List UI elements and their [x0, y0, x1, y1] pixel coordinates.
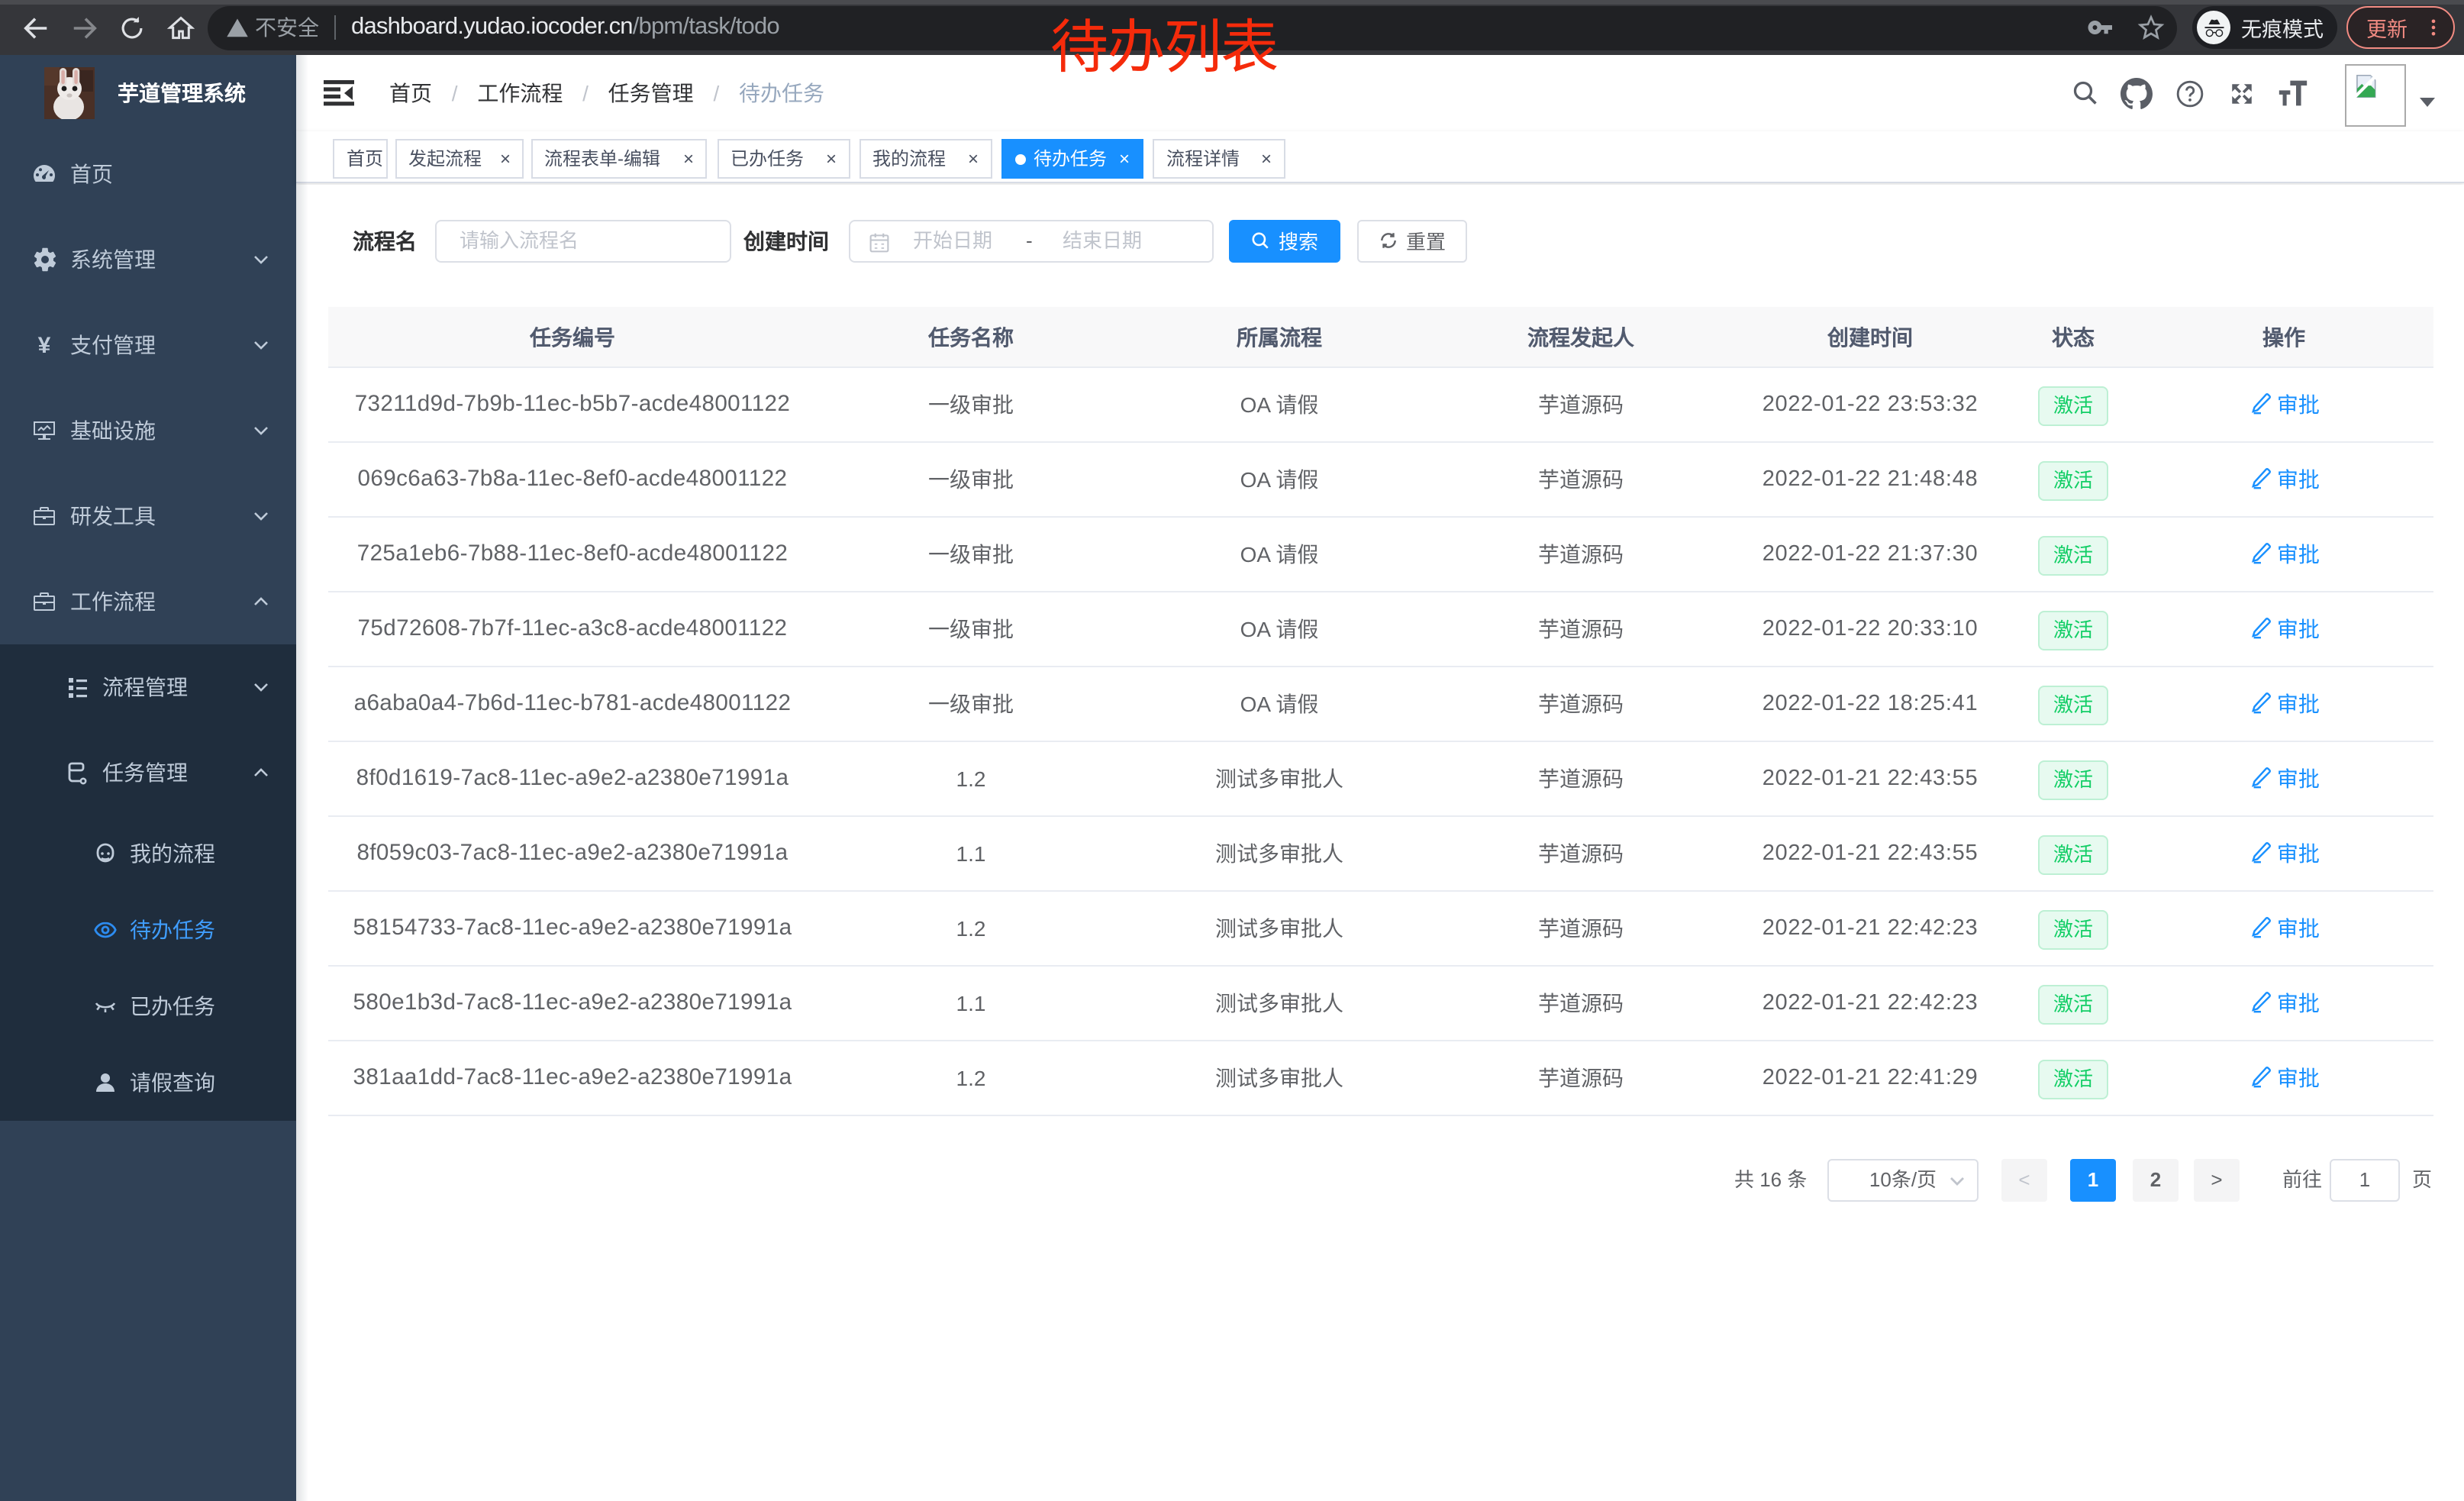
svg-text:¥: ¥ [38, 333, 51, 357]
